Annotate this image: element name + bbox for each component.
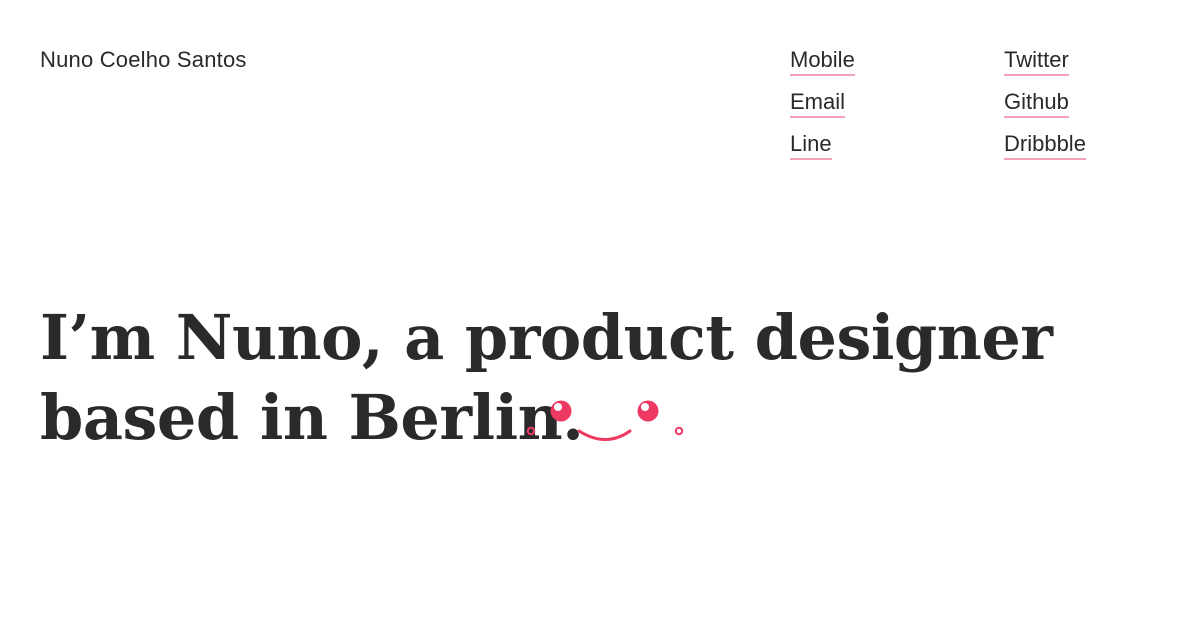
link-twitter[interactable]: Twitter [1004, 46, 1069, 76]
hero-headline: I’m Nuno, a product designer based in Be… [40, 298, 1053, 458]
hero-line-2: based in Berlin. [40, 381, 584, 454]
social-links: Twitter Github Dribbble [1004, 46, 1086, 160]
hero-line-1: I’m Nuno, a product designer [40, 301, 1053, 374]
link-email[interactable]: Email [790, 88, 846, 118]
link-dribbble[interactable]: Dribbble [1004, 130, 1086, 160]
link-github[interactable]: Github [1004, 88, 1069, 118]
smiley-face-icon [526, 400, 684, 441]
site-name[interactable]: Nuno Coelho Santos [40, 46, 247, 74]
link-line[interactable]: Line [790, 130, 832, 160]
link-mobile[interactable]: Mobile [790, 46, 855, 76]
contact-links: Mobile Email Line [790, 46, 855, 160]
